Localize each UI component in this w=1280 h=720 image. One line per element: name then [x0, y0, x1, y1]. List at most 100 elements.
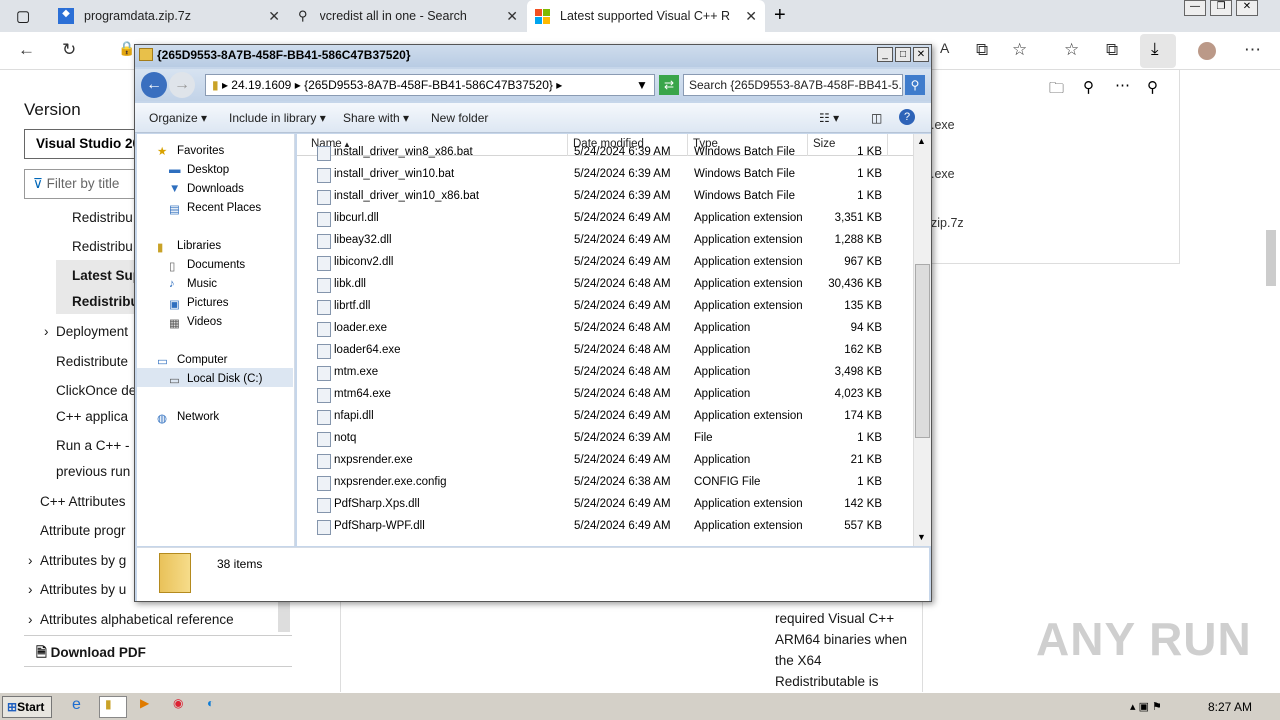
view-options-icon[interactable]: ☷ ▾: [819, 111, 839, 125]
file-row[interactable]: nxpsrender.exe.config 5/24/2024 6:38 AM CO…: [297, 472, 913, 494]
sidebar-scrollbar[interactable]: [278, 600, 290, 632]
search-icon[interactable]: ⚲: [1083, 78, 1094, 96]
download-item[interactable]: .exe: [931, 167, 955, 181]
file-row[interactable]: loader.exe 5/24/2024 6:48 AM Application 94…: [297, 318, 913, 340]
download-item[interactable]: .exe: [931, 118, 955, 132]
window-titlebar[interactable]: {265D9553-8A7B-458F-BB41-586C47B37520} _…: [135, 45, 931, 67]
preview-pane-icon[interactable]: ◫: [871, 111, 882, 125]
nav-item[interactable]: Run a C++ -: [56, 438, 130, 453]
nav-pictures[interactable]: Pictures: [187, 297, 229, 309]
tab-actions-icon[interactable]: ▢: [16, 7, 30, 25]
file-row[interactable]: install_driver_win10.bat 5/24/2024 6:39 A…: [297, 164, 913, 186]
nav-item[interactable]: Redistribu: [72, 239, 133, 254]
collections-icon[interactable]: ⧉: [1106, 40, 1118, 60]
tab-search[interactable]: ⚲ vcredist all in one - Search ✕: [290, 0, 526, 32]
nav-network[interactable]: Network: [177, 411, 219, 423]
file-row[interactable]: libk.dll 5/24/2024 6:48 AM Application ext…: [297, 274, 913, 296]
nav-favorites[interactable]: Favorites: [177, 145, 224, 157]
chevron-right-icon[interactable]: ›: [28, 582, 33, 597]
nav-desktop[interactable]: Desktop: [187, 164, 229, 176]
refresh-icon[interactable]: ⇄: [659, 75, 679, 95]
more-icon[interactable]: ⋯: [1244, 40, 1261, 60]
file-row[interactable]: notq 5/24/2024 6:39 AM File 1 KB: [297, 428, 913, 450]
include-library-menu[interactable]: Include in library ▾: [229, 111, 326, 125]
back-icon[interactable]: ←: [141, 72, 167, 98]
nav-libraries[interactable]: Libraries: [177, 240, 221, 252]
nav-item[interactable]: Redistribute: [56, 354, 128, 369]
close-tab-icon[interactable]: ✕: [745, 8, 757, 25]
file-row[interactable]: nfapi.dll 5/24/2024 6:49 AM Application ex…: [297, 406, 913, 428]
edge-icon[interactable]: ◐: [201, 696, 229, 718]
search-input[interactable]: Search {265D9553-8A7B-458F-BB41-5...: [683, 74, 903, 96]
file-row[interactable]: libiconv2.dll 5/24/2024 6:49 AM Applicatio…: [297, 252, 913, 274]
immersive-reader-icon[interactable]: ⧉: [976, 40, 988, 60]
file-row[interactable]: libeay32.dll 5/24/2024 6:49 AM Application…: [297, 230, 913, 252]
nav-documents[interactable]: Documents: [187, 259, 245, 271]
nav-item[interactable]: C++ Attributes: [40, 494, 126, 509]
page-scrollbar[interactable]: [1266, 230, 1276, 286]
minimize-icon[interactable]: —: [1184, 0, 1206, 16]
breadcrumb[interactable]: ▮ ▸ 24.19.1609 ▸ {265D9553-8A7B-458F-BB4…: [205, 74, 655, 96]
file-row[interactable]: nxpsrender.exe 5/24/2024 6:49 AM Applicati…: [297, 450, 913, 472]
nav-item[interactable]: Attribute progr: [40, 523, 126, 538]
downloads-button[interactable]: ⤓: [1140, 34, 1176, 68]
start-button[interactable]: ⊞Start: [2, 696, 52, 718]
new-tab-icon[interactable]: +: [774, 4, 786, 27]
close-tab-icon[interactable]: ✕: [506, 8, 518, 25]
minimize-button[interactable]: _: [877, 47, 893, 62]
file-row[interactable]: mtm64.exe 5/24/2024 6:48 AM Application 4,0…: [297, 384, 913, 406]
close-icon[interactable]: ✕: [1236, 0, 1258, 16]
restore-icon[interactable]: ❐: [1210, 0, 1232, 16]
tray-icons[interactable]: ▴ ▣ ⚑: [1130, 700, 1162, 713]
more-icon[interactable]: ⋯: [1115, 76, 1130, 94]
file-row[interactable]: install_driver_win8_x86.bat 5/24/2024 6:3…: [297, 142, 913, 164]
nav-downloads[interactable]: Downloads: [187, 183, 244, 195]
scroll-thumb[interactable]: [915, 264, 930, 438]
nav-item[interactable]: Deployment: [56, 324, 128, 339]
back-icon[interactable]: ←: [18, 40, 35, 60]
tab-programdata[interactable]: ◆ programdata.zip.7z ✕: [52, 0, 288, 32]
favorite-add-icon[interactable]: ☆: [1012, 40, 1027, 60]
explorer-taskbar-icon[interactable]: ▮: [99, 696, 127, 718]
chevron-down-icon[interactable]: ▼: [636, 78, 648, 92]
nav-item[interactable]: Attributes by u: [40, 582, 126, 597]
nav-recent[interactable]: Recent Places: [187, 202, 261, 214]
nav-item[interactable]: ClickOnce de: [56, 383, 136, 398]
file-row[interactable]: install_driver_win10_x86.bat 5/24/2024 6:…: [297, 186, 913, 208]
download-pdf-link[interactable]: 🗎 Download PDF: [36, 643, 146, 666]
refresh-icon[interactable]: ↻: [62, 40, 76, 60]
nav-item[interactable]: Redistribu: [72, 210, 133, 225]
nav-music[interactable]: Music: [187, 278, 217, 290]
organize-menu[interactable]: Organize ▾: [149, 111, 207, 125]
file-list-scrollbar[interactable]: ▲ ▼: [913, 134, 931, 546]
share-with-menu[interactable]: Share with ▾: [343, 111, 409, 125]
nav-item[interactable]: C++ applica: [56, 409, 128, 424]
avatar[interactable]: [1198, 42, 1216, 60]
file-row[interactable]: libcurl.dll 5/24/2024 6:49 AM Application …: [297, 208, 913, 230]
nav-item-selected[interactable]: Redistribu: [72, 294, 139, 309]
chevron-right-icon[interactable]: ›: [28, 612, 33, 627]
download-item[interactable]: zip.7z: [931, 216, 964, 230]
new-folder-button[interactable]: New folder: [431, 111, 488, 125]
file-row[interactable]: PdfSharp.Xps.dll 5/24/2024 6:49 AM Applica…: [297, 494, 913, 516]
chrome-icon[interactable]: ◉: [167, 696, 195, 718]
nav-item-selected[interactable]: Latest Sup: [72, 268, 141, 283]
nav-local-disk[interactable]: Local Disk (C:): [187, 373, 262, 385]
scroll-up-icon[interactable]: ▲: [917, 136, 926, 146]
scroll-down-icon[interactable]: ▼: [917, 532, 926, 542]
help-icon[interactable]: ?: [899, 109, 915, 125]
close-button[interactable]: ✕: [913, 47, 929, 62]
file-row[interactable]: mtm.exe 5/24/2024 6:48 AM Application 3,498…: [297, 362, 913, 384]
close-tab-icon[interactable]: ✕: [268, 8, 280, 25]
favorites-icon[interactable]: ☆: [1064, 40, 1079, 60]
nav-item[interactable]: previous run: [56, 464, 130, 479]
ie-icon[interactable]: e: [66, 696, 94, 718]
pin-icon[interactable]: ⚲: [1147, 78, 1158, 96]
search-icon[interactable]: ⚲: [905, 75, 925, 95]
file-row[interactable]: PdfSharp-WPF.dll 5/24/2024 6:49 AM Applica…: [297, 516, 913, 538]
folder-icon[interactable]: 🗀: [1049, 78, 1064, 103]
maximize-button[interactable]: □: [895, 47, 911, 62]
chevron-right-icon[interactable]: ›: [44, 324, 49, 339]
nav-videos[interactable]: Videos: [187, 316, 222, 328]
nav-item[interactable]: Attributes alphabetical reference: [40, 612, 234, 627]
